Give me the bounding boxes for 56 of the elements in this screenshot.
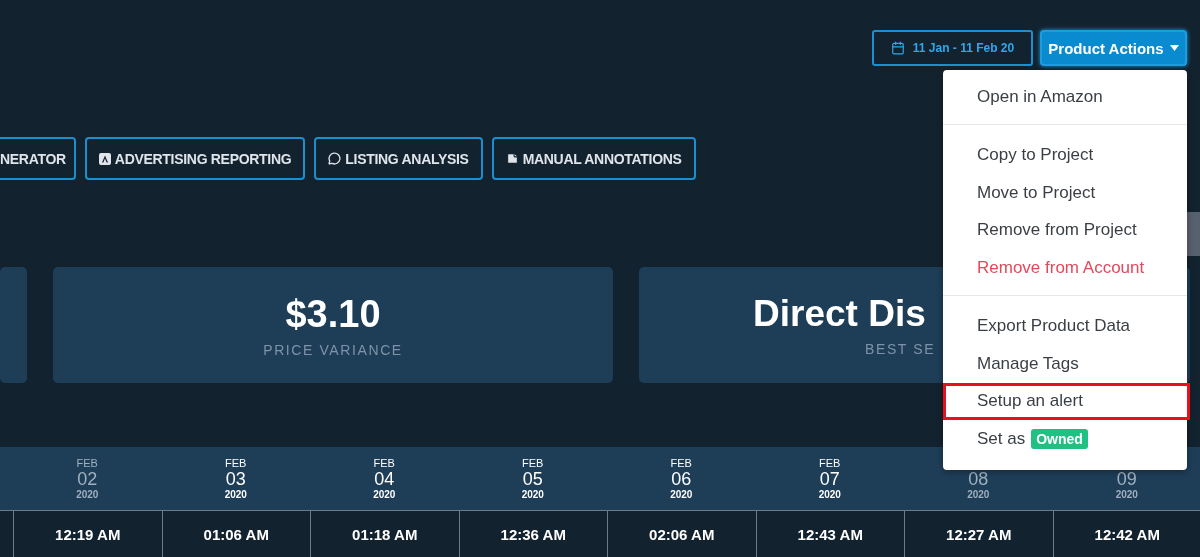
date-range-button[interactable]: 11 Jan - 11 Feb 20	[872, 30, 1033, 66]
year-label: 2020	[373, 489, 396, 500]
stat-value: $3.10	[285, 292, 381, 336]
menu-item[interactable]: Open in Amazon	[943, 78, 1190, 116]
day-number: 09	[1116, 469, 1137, 489]
menu-item-label: Set as	[977, 428, 1026, 449]
speech-bubble-icon	[328, 152, 342, 165]
month-label: FEB	[670, 457, 692, 469]
year-label: 2020	[670, 489, 693, 500]
sticky-note-icon	[505, 152, 519, 165]
caret-icon	[1169, 45, 1179, 51]
square-icon	[98, 152, 111, 165]
time-cell: 02:06 AM	[607, 511, 756, 557]
menu-item[interactable]: Manage Tags	[943, 345, 1190, 383]
time-cell: 01:18 AM	[310, 511, 459, 557]
year-label: 2020	[224, 489, 247, 500]
menu-item[interactable]: Export Product Data	[943, 307, 1190, 345]
product-actions-button[interactable]: Product Actions	[1040, 30, 1187, 66]
year-label: 2020	[76, 489, 99, 500]
stat-label: PRICE VARIANCE	[263, 341, 403, 358]
day-number: 06	[671, 469, 692, 489]
year-label: 2020	[1115, 489, 1138, 500]
time-cell: 12:27 AM	[904, 511, 1053, 557]
menu-item[interactable]: Copy to Project	[943, 136, 1190, 174]
stat-label: BEST SE	[864, 341, 936, 357]
month-label: FEB	[819, 457, 841, 469]
section-tab[interactable]: MANUAL ANNOTATIONS	[491, 137, 696, 180]
menu-item[interactable]: Setup an alert	[943, 382, 1190, 420]
time-cell: 12:43 AM	[755, 511, 904, 557]
month-label: FEB	[76, 457, 98, 469]
calendar-icon	[890, 41, 905, 55]
section-tab[interactable]: LISTING ANALYSIS	[314, 137, 483, 180]
day-number: 02	[77, 469, 98, 489]
day-number: 07	[819, 469, 840, 489]
month-label: FEB	[373, 457, 395, 469]
menu-item[interactable]: Move to Project	[943, 174, 1190, 212]
day-number: 05	[522, 469, 543, 489]
menu-item[interactable]: Remove from Project	[943, 211, 1190, 249]
menu-item[interactable]: Remove from Account	[943, 249, 1190, 287]
day-number: 08	[968, 469, 989, 489]
month-label: FEB	[522, 457, 544, 469]
time-cell: 01:06 AM	[161, 511, 310, 557]
day-number: 04	[374, 469, 395, 489]
year-label: 2020	[967, 489, 990, 500]
year-label: 2020	[521, 489, 544, 500]
time-cell: 12:42 AM	[1052, 511, 1200, 557]
year-label: 2020	[818, 489, 841, 500]
day-number: 03	[225, 469, 246, 489]
section-tab[interactable]: NERATOR	[0, 137, 76, 180]
time-cell: 12:19 AM	[13, 511, 162, 557]
month-label: FEB	[225, 457, 247, 469]
stat-value: Direct Dis	[752, 293, 926, 335]
menu-item[interactable]: Set as Owned	[943, 420, 1190, 458]
owned-tag: Owned	[1031, 428, 1088, 449]
time-cell: 12:36 AM	[458, 511, 607, 557]
section-tab[interactable]: ADVERTISING REPORTING	[84, 137, 306, 180]
